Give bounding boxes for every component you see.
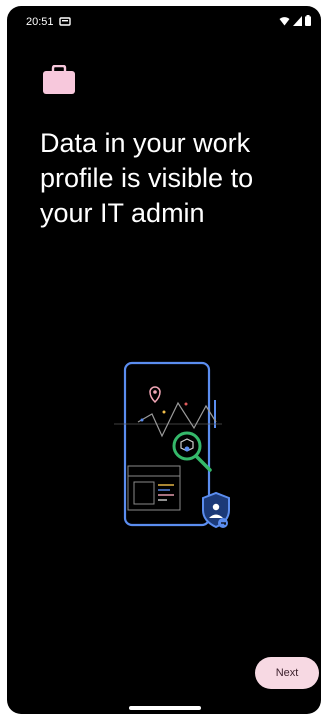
briefcase-icon xyxy=(43,65,75,94)
signal-icon xyxy=(293,15,302,26)
home-gesture-bar[interactable] xyxy=(129,706,201,710)
next-button[interactable]: Next xyxy=(255,657,319,689)
work-profile-illustration xyxy=(114,361,230,529)
page-title: Data in your work profile is visible to … xyxy=(40,128,254,228)
battery-icon xyxy=(305,15,311,26)
notification-icon xyxy=(59,17,71,26)
device-screen: 20:51 Data in your work profile is visib… xyxy=(7,6,321,714)
wifi-icon xyxy=(279,16,290,25)
status-time: 20:51 xyxy=(26,16,54,28)
status-bar: 20:51 xyxy=(7,6,321,36)
status-icons xyxy=(279,15,311,26)
